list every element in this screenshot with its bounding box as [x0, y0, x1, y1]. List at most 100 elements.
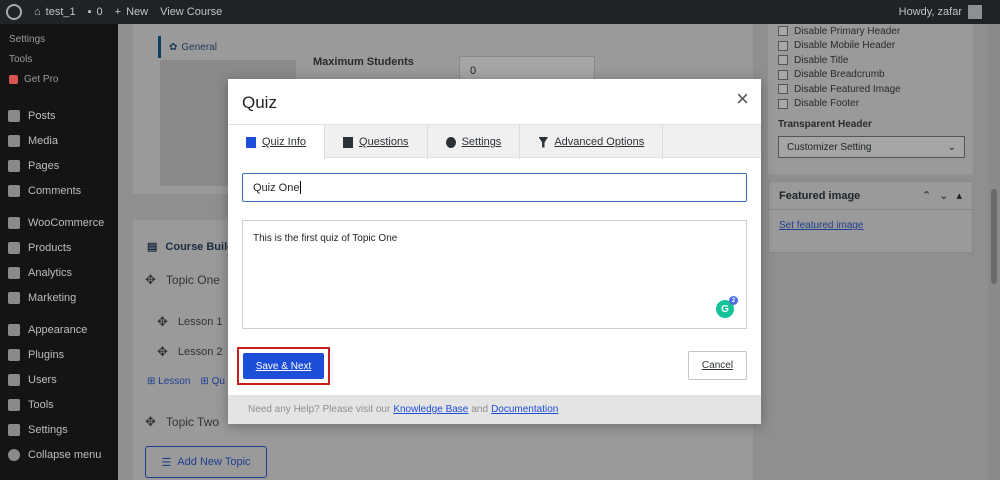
tab-advanced-options[interactable]: Advanced Options — [520, 125, 664, 159]
home-icon: ⌂ — [34, 6, 41, 18]
funnel-icon — [538, 136, 549, 148]
add-content-links: ⊞ Lesson ⊞ Qu — [147, 376, 225, 387]
plus-icon: + — [114, 6, 122, 18]
move-icon[interactable]: ✥ — [145, 272, 156, 288]
documentation-link[interactable]: Documentation — [491, 404, 558, 415]
featured-image-panel: Featured image ⌃ ⌄ ▴ Set featured image — [768, 181, 973, 253]
site-name-link[interactable]: ⌂ test_1 — [34, 6, 76, 18]
transparent-header-select[interactable]: Customizer Setting ⌄ — [778, 136, 965, 158]
get-pro-icon — [9, 74, 18, 84]
sidebar-item-collapse[interactable]: Collapse menu — [0, 442, 118, 467]
comments-link[interactable]: ▪ 0 — [88, 6, 103, 18]
grammarly-icon[interactable]: G 2 — [716, 296, 738, 318]
wordpress-logo-icon[interactable] — [6, 4, 22, 20]
page-scrollbar[interactable] — [988, 24, 1000, 480]
media-icon — [8, 134, 20, 147]
chevron-down-icon[interactable]: ⌄ — [939, 189, 948, 202]
sidebar-item-settings[interactable]: Settings — [0, 417, 118, 442]
tab-questions[interactable]: Questions — [325, 125, 428, 159]
scrollbar-thumb[interactable] — [991, 189, 997, 284]
cancel-button[interactable]: Cancel — [688, 351, 747, 380]
sidebar-item-tools[interactable]: Tools — [0, 392, 118, 417]
analytics-icon — [8, 266, 20, 279]
sidebar-item-plugins[interactable]: Plugins — [0, 342, 118, 367]
close-icon[interactable]: × — [736, 88, 749, 110]
option-disable-title[interactable]: Disable Title — [778, 53, 963, 68]
pin-icon — [8, 109, 20, 122]
checkbox[interactable] — [778, 40, 788, 51]
topic-one-row[interactable]: ✥ Topic One — [145, 272, 220, 288]
move-icon[interactable]: ✥ — [145, 414, 156, 430]
builder-title: ▤ Course Builde — [147, 240, 240, 254]
add-new-topic-button[interactable]: ☰ Add New Topic — [145, 446, 267, 478]
products-icon — [8, 241, 20, 254]
marketing-icon — [8, 291, 20, 304]
collapse-toggle-icon[interactable]: ▴ — [956, 189, 962, 202]
sidebar-item-analytics[interactable]: Analytics — [0, 260, 118, 285]
save-highlight: Save & Next — [237, 347, 330, 385]
text-caret — [300, 181, 302, 194]
sidebar-item-woocommerce[interactable]: WooCommerce — [0, 210, 118, 235]
modal-footer: Need any Help? Please visit our Knowledg… — [228, 395, 761, 424]
view-course-link[interactable]: View Course — [160, 6, 222, 18]
right-sidebar: Disable Primary Header Disable Mobile He… — [768, 24, 973, 480]
move-icon[interactable]: ✥ — [157, 344, 168, 360]
modal-title: Quiz — [242, 93, 277, 112]
move-icon[interactable]: ✥ — [157, 314, 168, 330]
woocommerce-icon — [8, 216, 20, 229]
sidebar-item-posts[interactable]: Posts — [0, 103, 118, 128]
sidebar-subitem-settings[interactable]: Settings — [0, 29, 118, 49]
option-disable-mobile-header[interactable]: Disable Mobile Header — [778, 39, 963, 54]
appearance-icon — [8, 323, 20, 336]
sidebar-item-comments[interactable]: Comments — [0, 178, 118, 203]
checkbox[interactable] — [778, 69, 788, 80]
tools-icon — [8, 398, 20, 411]
option-disable-breadcrumb[interactable]: Disable Breadcrumb — [778, 68, 963, 83]
comments-icon — [8, 184, 20, 197]
general-tab[interactable]: ✿ General — [158, 36, 278, 58]
collapse-icon — [8, 448, 20, 461]
checkbox[interactable] — [778, 84, 788, 95]
lesson-two-row[interactable]: ✥ Lesson 2 — [157, 344, 223, 360]
add-lesson-link[interactable]: ⊞ Lesson — [147, 376, 190, 387]
sidebar-item-pages[interactable]: Pages — [0, 153, 118, 178]
tab-settings[interactable]: Settings — [428, 125, 521, 159]
add-quiz-link[interactable]: ⊞ Qu — [200, 376, 225, 387]
checkbox[interactable] — [778, 98, 788, 109]
sidebar-item-appearance[interactable]: Appearance — [0, 317, 118, 342]
quiz-tabs: Quiz Info Questions Settings Advanced Op… — [228, 124, 761, 159]
settings-icon — [8, 423, 20, 436]
quiz-title-input[interactable]: Quiz One — [242, 173, 747, 202]
knowledge-base-link[interactable]: Knowledge Base — [393, 404, 468, 415]
add-list-icon: ☰ — [161, 456, 172, 469]
set-featured-image-link[interactable]: Set featured image — [769, 210, 972, 241]
option-disable-footer[interactable]: Disable Footer — [778, 97, 963, 112]
clipboard-icon — [246, 136, 256, 148]
sidebar-item-users[interactable]: Users — [0, 367, 118, 392]
featured-image-header: Featured image ⌃ ⌄ ▴ — [769, 182, 972, 210]
transparent-header-label: Transparent Header — [778, 119, 872, 130]
question-icon — [343, 136, 354, 148]
account-menu[interactable]: Howdy, zafar — [899, 0, 982, 24]
checkbox[interactable] — [778, 55, 788, 66]
sidebar-item-media[interactable]: Media — [0, 128, 118, 153]
lesson-one-row[interactable]: ✥ Lesson 1 — [157, 314, 223, 330]
sidebar-subitem-get-pro[interactable]: Get Pro — [0, 69, 118, 89]
plugins-icon — [8, 348, 20, 361]
sidebar-item-products[interactable]: Products — [0, 235, 118, 260]
option-disable-primary-header[interactable]: Disable Primary Header — [778, 24, 963, 39]
admin-sidebar: Settings Tools Get Pro Posts Media Pages… — [0, 24, 118, 480]
builder-icon: ▤ — [147, 241, 158, 253]
sidebar-item-marketing[interactable]: Marketing — [0, 285, 118, 310]
chevron-up-icon[interactable]: ⌃ — [922, 189, 931, 202]
gear-icon: ✿ — [169, 41, 178, 53]
new-content-link[interactable]: + New — [115, 6, 148, 18]
checkbox[interactable] — [778, 26, 788, 37]
save-next-button[interactable]: Save & Next — [243, 353, 324, 379]
max-students-label: Maximum Students — [313, 56, 414, 68]
topic-two-row[interactable]: ✥ Topic Two — [145, 414, 219, 430]
quiz-description-textarea[interactable]: This is the first quiz of Topic One G 2 — [242, 220, 747, 329]
tab-quiz-info[interactable]: Quiz Info — [228, 125, 326, 159]
sidebar-subitem-tools[interactable]: Tools — [0, 49, 118, 69]
option-disable-featured-image[interactable]: Disable Featured Image — [778, 82, 963, 97]
